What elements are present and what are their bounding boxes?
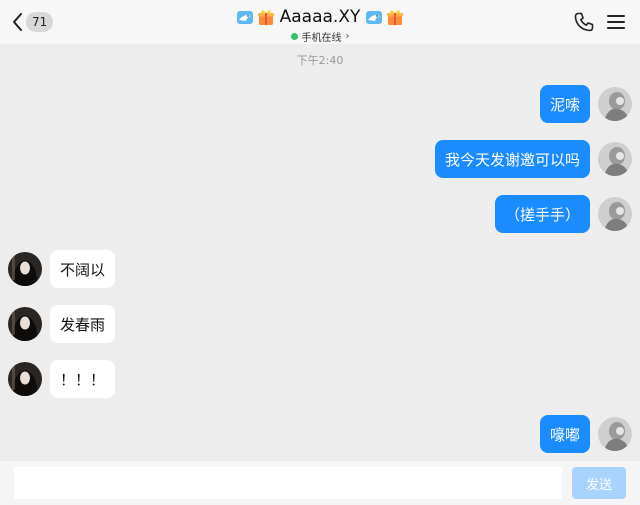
message-bubble[interactable]: 我今天发谢邀可以吗	[434, 140, 590, 178]
message-input[interactable]	[14, 467, 562, 499]
phone-icon[interactable]	[572, 10, 596, 34]
message-row-outgoing: （搓手手）	[494, 195, 632, 233]
message-row-incoming: ！！！	[8, 360, 116, 398]
message-bubble[interactable]: （搓手手）	[494, 195, 590, 233]
message-row-incoming: 不阔以	[8, 250, 116, 288]
contact-avatar[interactable]	[8, 307, 42, 341]
message-row-incoming: 发春雨	[8, 305, 116, 343]
contact-avatar[interactable]	[8, 252, 42, 286]
online-status: 手机在线 ›	[290, 29, 350, 44]
gift-badge-icon	[257, 10, 274, 25]
my-avatar[interactable]	[598, 417, 632, 451]
chat-title: Aaaaa.XY	[279, 7, 361, 27]
dolphin-badge-icon	[366, 11, 383, 24]
online-dot-icon	[290, 32, 298, 40]
message-bubble[interactable]: 泥嗦	[539, 85, 590, 123]
message-row-outgoing: 我今天发谢邀可以吗	[434, 140, 632, 178]
message-timestamp: 下午2:40	[296, 54, 344, 67]
online-status-text: 手机在线	[301, 32, 342, 44]
message-bubble[interactable]: 发春雨	[50, 305, 116, 343]
message-bubble[interactable]: ！！！	[50, 360, 116, 398]
my-avatar[interactable]	[598, 142, 632, 176]
chat-header: 71 Aaaaa.XY 手机在线 ›	[0, 0, 640, 44]
my-avatar[interactable]	[598, 87, 632, 121]
chat-title-area[interactable]: Aaaaa.XY 手机在线 ›	[0, 6, 640, 44]
my-avatar[interactable]	[598, 197, 632, 231]
message-bubble[interactable]: 不阔以	[50, 250, 116, 288]
gift-badge-icon	[387, 10, 404, 25]
message-bubble[interactable]: 嚎嘟	[539, 415, 590, 453]
message-row-outgoing: 泥嗦	[539, 85, 632, 123]
menu-icon[interactable]	[604, 10, 628, 34]
message-input-bar: 发送	[0, 461, 640, 505]
message-row-outgoing: 嚎嘟	[539, 415, 632, 453]
send-button[interactable]: 发送	[572, 467, 626, 499]
contact-avatar[interactable]	[8, 362, 42, 396]
dolphin-badge-icon	[236, 11, 253, 24]
status-chevron-icon: ›	[345, 30, 350, 42]
